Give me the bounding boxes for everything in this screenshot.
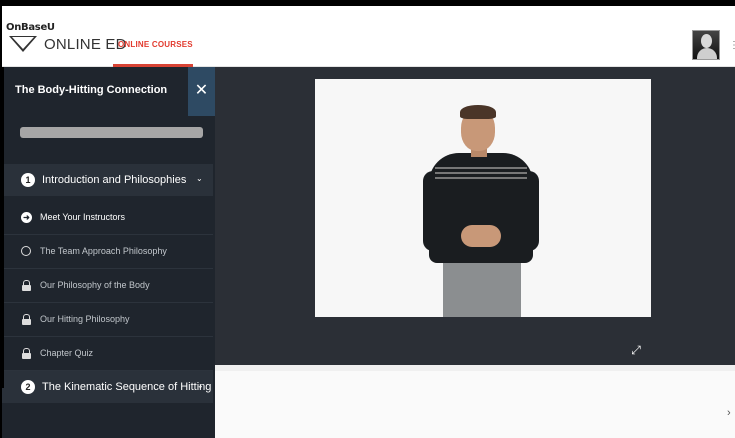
chapter-title: Introduction and Philosophies (42, 174, 187, 186)
arrow-circle-icon: ➜ (21, 212, 32, 223)
instructor-pants (443, 263, 521, 317)
lesson-item-philosophy-of-body[interactable]: Our Philosophy of the Body (2, 269, 213, 303)
course-title: The Body-Hitting Connection (15, 84, 168, 96)
top-bar: OnBaseU ONLINE ED ONLINE COURSES ⋮ (2, 6, 735, 67)
chevron-down-icon: ⌄ (196, 174, 203, 183)
fullscreen-icon[interactable]: ⤢ (628, 342, 644, 358)
brand-name[interactable]: ONLINE ED (44, 36, 127, 53)
sidebar-header: The Body-Hitting Connection ✕ (2, 67, 215, 116)
content-divider (215, 365, 735, 371)
chapter-2-header[interactable]: 2 The Kinematic Sequence of Hitting ⌄ (2, 371, 213, 403)
lesson-title: Meet Your Instructors (40, 212, 126, 222)
sidebar-footer (2, 403, 215, 438)
circle-icon (21, 246, 31, 256)
lesson-item-hitting-philosophy[interactable]: Our Hitting Philosophy (2, 303, 213, 337)
app-window: OnBaseU ONLINE ED ONLINE COURSES ⋮ ⤢ › T… (2, 6, 735, 438)
chapter-number-badge: 2 (21, 380, 35, 394)
browser-frame: OnBaseU ONLINE ED ONLINE COURSES ⋮ ⤢ › T… (0, 0, 735, 438)
shirt-stripe (435, 172, 527, 174)
course-sidebar: The Body-Hitting Connection ✕ 1 Introduc… (2, 67, 215, 438)
lesson-title: Our Hitting Philosophy (40, 314, 130, 324)
video-frame[interactable] (315, 79, 651, 317)
lesson-title: Our Philosophy of the Body (40, 280, 150, 290)
shirt-stripe (435, 167, 527, 169)
logo-text: OnBaseU (6, 22, 55, 33)
lesson-title: The Team Approach Philosophy (40, 246, 167, 256)
chapter-number-badge: 1 (21, 173, 35, 187)
lesson-content-area (215, 365, 735, 438)
nav-online-courses[interactable]: ONLINE COURSES (118, 40, 193, 49)
course-progress-bar (20, 127, 203, 138)
instructor-hands (461, 225, 501, 247)
lesson-item-team-approach[interactable]: The Team Approach Philosophy (2, 235, 213, 269)
instructor-image (413, 87, 553, 317)
lesson-item-meet-your-instructors[interactable]: ➜ Meet Your Instructors (2, 201, 213, 235)
close-sidebar-button[interactable]: ✕ (188, 67, 215, 116)
window-edge (2, 67, 4, 388)
instructor-hair (460, 105, 496, 119)
shirt-stripe (435, 177, 527, 179)
close-icon: ✕ (194, 82, 209, 99)
chapter-title: The Kinematic Sequence of Hitting (42, 381, 212, 393)
logo[interactable]: OnBaseU (6, 22, 55, 52)
lesson-item-chapter-quiz[interactable]: Chapter Quiz (2, 337, 213, 371)
video-player: ⤢ (215, 67, 735, 365)
chevron-down-icon: ⌄ (197, 381, 204, 390)
chapter-1-header[interactable]: 1 Introduction and Philosophies ⌄ (2, 164, 213, 196)
menu-icon[interactable]: ⋮ (729, 40, 735, 51)
user-avatar[interactable] (692, 30, 720, 60)
lesson-title: Chapter Quiz (40, 348, 94, 358)
logo-chevron-icon (9, 36, 37, 52)
next-arrow-icon[interactable]: › (727, 407, 731, 419)
